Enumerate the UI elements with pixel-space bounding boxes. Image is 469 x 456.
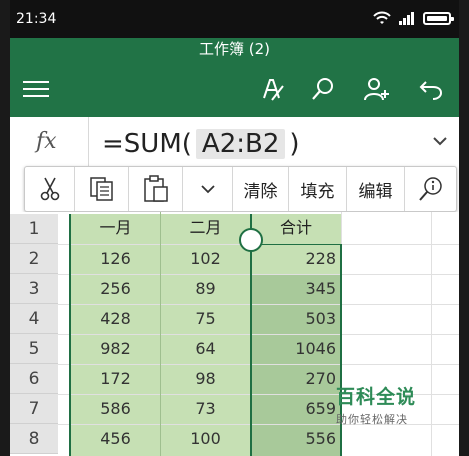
table-cell[interactable]: 172 [71,364,160,394]
chevron-down-icon[interactable] [433,137,447,146]
row-header[interactable]: 8 [10,424,58,454]
status-bar: 21:34 [10,0,459,38]
edit-label: 编辑 [358,181,393,202]
search-icon [312,78,333,100]
battery-icon [423,11,454,25]
formula-suffix: ) [289,129,300,159]
edit-button[interactable]: 编辑 [347,167,405,211]
watermark: 百科全说 助你轻松解决 [336,382,416,427]
table-cell[interactable]: 503 [252,304,336,334]
share-button[interactable] [362,74,392,104]
formula-divider [88,117,89,167]
table-cell[interactable]: 982 [71,334,160,364]
status-time: 21:34 [16,11,57,27]
fill-button[interactable]: 填充 [289,167,347,211]
table-cell[interactable]: 98 [161,364,250,394]
selection-handle[interactable] [239,228,263,252]
row-header[interactable]: 2 [10,244,58,274]
table-cell[interactable]: 256 [71,274,160,304]
row-header[interactable]: 6 [10,364,58,394]
watermark-title: 百科全说 [336,386,417,408]
phone-screen: 21:34 工作簿 (2) fx =SUM(A2:B2) 清除 填充 编辑 … [10,0,459,456]
chevron-down-icon [200,184,215,193]
clear-label: 清除 [243,181,278,202]
table-cell[interactable]: 428 [71,304,160,334]
workbook-title: 工作簿 (2) [198,40,271,58]
formula-bar[interactable]: fx =SUM( A2:B2 ) [10,117,459,167]
draw-button[interactable] [258,74,288,104]
clipboard-icon [143,175,168,202]
table-cell[interactable]: 228 [252,244,336,274]
header-cell[interactable]: 合计 [252,214,340,244]
signal-icon [399,12,414,25]
header-cell[interactable]: 一月 [71,214,160,244]
gridline [431,212,432,456]
status-icons [373,10,454,26]
app-toolbar [10,62,459,117]
table-cell[interactable]: 556 [252,424,336,454]
formula-prefix: =SUM( [102,129,192,159]
table-cell[interactable]: 456 [71,424,160,454]
pen-icon [263,79,284,101]
fx-label[interactable]: fx [36,129,57,154]
table-cell[interactable]: 102 [161,244,250,274]
copy-button[interactable] [75,167,129,211]
search-button[interactable] [308,74,338,104]
table-cell[interactable]: 345 [252,274,336,304]
formula-range-ref[interactable]: A2:B2 [195,129,286,159]
table-cell[interactable]: 1046 [252,334,336,364]
add-person-icon [364,78,389,101]
wifi-icon [373,11,391,24]
table-cell[interactable]: 126 [71,244,160,274]
row-header[interactable]: 3 [10,274,58,304]
undo-icon [419,81,443,100]
scissors-icon [40,177,59,201]
watermark-subtitle: 助你轻松解决 [336,413,408,426]
hamburger-icon [23,81,49,97]
table-cell[interactable]: 586 [71,394,160,424]
menu-button[interactable] [22,74,52,104]
copy-icon [89,177,113,201]
table-cell[interactable]: 270 [252,364,336,394]
smart-lookup-button[interactable] [405,167,456,211]
table-cell[interactable]: 75 [161,304,250,334]
row-header[interactable]: 7 [10,394,58,424]
context-toolbar: 清除 填充 编辑 [24,166,457,212]
table-cell[interactable]: 100 [161,424,250,454]
table-cell[interactable]: 89 [161,274,250,304]
table-cell[interactable]: 659 [252,394,336,424]
clear-button[interactable]: 清除 [233,167,289,211]
more-options-button[interactable] [183,167,233,211]
formula-text[interactable]: =SUM( A2:B2 ) [102,129,300,159]
row-header[interactable]: 1 [10,214,58,244]
table-cell[interactable]: 73 [161,394,250,424]
row-header[interactable]: 4 [10,304,58,334]
cut-button[interactable] [25,167,75,211]
smart-lookup-icon [418,177,442,201]
fill-label: 填充 [300,181,335,202]
header-cell[interactable]: 二月 [161,214,250,244]
paste-button[interactable] [129,167,183,211]
undo-button[interactable] [416,74,446,104]
table-cell[interactable]: 64 [161,334,250,364]
row-header[interactable]: 5 [10,334,58,364]
